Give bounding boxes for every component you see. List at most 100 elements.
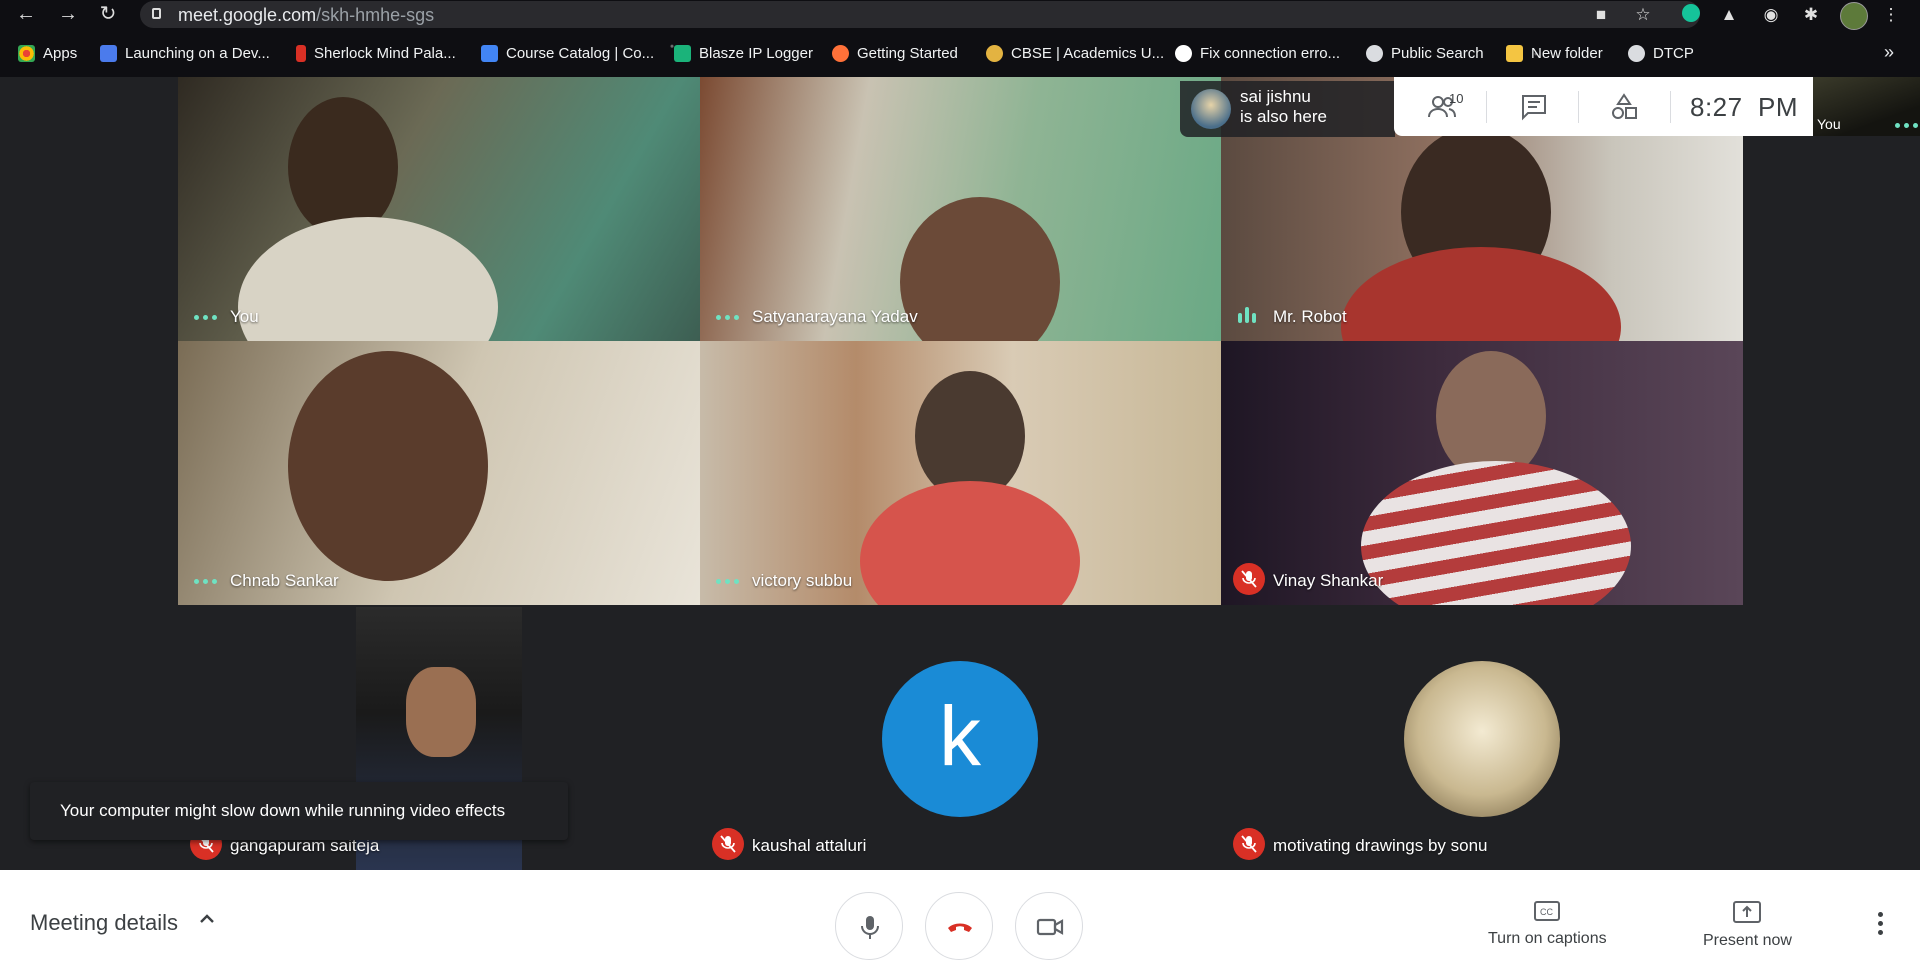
participant-tile-satyanarayana[interactable]: Satyanarayana Yadav	[700, 77, 1221, 341]
participant-name: You	[230, 307, 259, 326]
video-effects-toast: Your computer might slow down while runn…	[30, 782, 568, 840]
present-button[interactable]: Present now	[1703, 900, 1792, 950]
bookmark-favicon	[296, 44, 306, 62]
bookmark-favicon	[986, 44, 1003, 62]
mic-off-icon	[1233, 828, 1265, 860]
participant-video	[900, 197, 1060, 341]
self-view-tile[interactable]: You	[1813, 77, 1920, 136]
mic-off-icon	[1233, 563, 1265, 595]
address-bar[interactable]: meet.google.com/skh-hmhe-sgs	[140, 1, 1700, 28]
audio-indicator-icon	[194, 315, 217, 320]
bookmark-favicon	[481, 44, 498, 62]
join-notification[interactable]: sai jishnu is also here	[1180, 81, 1395, 137]
participant-name: Satyanarayana Yadav	[752, 307, 918, 326]
divider	[1670, 91, 1671, 123]
meeting-controls-bar: Meeting details CC Turn on captions Pres…	[0, 870, 1920, 972]
participant-video-body	[238, 217, 498, 341]
folder-icon	[1506, 44, 1523, 62]
bookmark-favicon	[674, 44, 691, 62]
activities-icon[interactable]	[1608, 91, 1640, 123]
bookmark-cbse[interactable]: CBSE | Academics U...	[986, 42, 1164, 64]
meeting-details-button[interactable]: Meeting details	[30, 910, 178, 936]
bookmark-apps[interactable]: Apps	[18, 42, 77, 64]
more-options-icon[interactable]	[1878, 912, 1884, 939]
profile-avatar[interactable]	[1840, 2, 1868, 30]
bookmark-fix-connection[interactable]: Fix connection erro...	[1175, 42, 1340, 64]
participant-name: Mr. Robot	[1273, 307, 1347, 326]
hangup-button[interactable]	[925, 892, 993, 960]
participant-tile-motivating-drawings[interactable]: motivating drawings by sonu	[1221, 605, 1743, 870]
audio-indicator-icon	[716, 315, 739, 320]
hangup-icon	[948, 923, 972, 932]
captions-label: Turn on captions	[1488, 930, 1607, 947]
participant-name: kaushal attaluri	[752, 836, 867, 855]
bookmarks-bar: Apps Launching on a Dev... Sherlock Mind…	[0, 29, 1920, 77]
speaking-indicator-icon	[1238, 307, 1256, 323]
bookmarks-overflow-icon[interactable]: »	[1884, 42, 1894, 63]
back-icon[interactable]: ←	[14, 2, 38, 26]
google-icon	[1175, 44, 1192, 62]
apps-grid-icon	[18, 44, 35, 62]
firefox-icon	[832, 44, 849, 62]
avatar	[1191, 89, 1231, 129]
mic-off-icon	[712, 828, 744, 860]
mic-button[interactable]	[835, 892, 903, 960]
present-icon	[1733, 901, 1762, 923]
meeting-info-bar: 10 8:27 PM	[1394, 77, 1813, 136]
captions-button[interactable]: CC Turn on captions	[1488, 900, 1607, 948]
grammarly-icon[interactable]	[1680, 4, 1702, 26]
forward-icon[interactable]: →	[56, 2, 80, 26]
meeting-clock: 8:27 PM	[1690, 92, 1799, 122]
bookmark-dtcp[interactable]: DTCP	[1628, 42, 1694, 64]
browser-menu-icon[interactable]: ⋮	[1880, 4, 1902, 26]
participant-video-body	[1341, 247, 1621, 341]
captions-icon: CC	[1534, 901, 1561, 921]
avatar: k	[882, 661, 1038, 817]
participant-name: Vinay Shankar	[1273, 571, 1384, 590]
globe-icon	[1628, 44, 1645, 62]
bookmark-public-search[interactable]: Public Search	[1366, 42, 1484, 64]
participant-tile-chnab[interactable]: Chnab Sankar	[178, 341, 700, 605]
participant-video-body	[860, 481, 1080, 605]
camera-icon	[1036, 918, 1064, 936]
participant-tile-vinay[interactable]: Vinay Shankar	[1221, 341, 1743, 605]
url-text: meet.google.com/skh-hmhe-sgs	[178, 5, 435, 25]
bookmark-getting-started[interactable]: Getting Started	[832, 42, 958, 64]
people-count: 10	[1449, 91, 1464, 106]
chat-icon[interactable]	[1518, 91, 1550, 123]
bookmark-launching[interactable]: Launching on a Dev...	[100, 42, 270, 64]
svg-text:CC: CC	[1540, 907, 1553, 917]
bookmark-blasze[interactable]: Blasze IP Logger	[674, 42, 813, 64]
participant-name: victory subbu	[752, 571, 853, 590]
reload-icon[interactable]: ↻	[96, 2, 120, 26]
camera-button[interactable]	[1015, 892, 1083, 960]
globe-icon	[1366, 44, 1383, 62]
audio-indicator-icon	[716, 579, 739, 584]
bookmark-sherlock[interactable]: Sherlock Mind Pala...	[296, 42, 456, 64]
participant-video-body	[1361, 461, 1631, 605]
join-note-name: sai jishnu	[1240, 87, 1311, 106]
audio-indicator-icon	[194, 579, 217, 584]
bookmark-new-folder[interactable]: New folder	[1506, 42, 1603, 64]
participant-tile-kaushal[interactable]: k kaushal attaluri	[700, 605, 1221, 870]
lock-icon	[152, 8, 161, 19]
divider	[1486, 91, 1487, 123]
star-icon[interactable]: ☆	[1632, 4, 1654, 26]
participant-tile-you[interactable]: You	[178, 77, 700, 341]
bookmark-course-catalog[interactable]: Course Catalog | Co...	[481, 42, 654, 64]
bookmark-favicon	[100, 44, 117, 62]
participant-tile-victory-subbu[interactable]: victory subbu	[700, 341, 1221, 605]
present-label: Present now	[1703, 932, 1792, 949]
screenshot-icon[interactable]: ◉	[1760, 4, 1782, 26]
chevron-up-icon[interactable]	[200, 912, 214, 926]
participant-name: motivating drawings by sonu	[1273, 836, 1488, 855]
mic-icon	[861, 916, 879, 939]
participant-name: Chnab Sankar	[230, 571, 339, 590]
join-note-text: is also here	[1240, 107, 1327, 126]
extensions-icon[interactable]: ✱	[1800, 4, 1822, 26]
camera-blocked-icon[interactable]: ■	[1590, 4, 1612, 26]
self-view-label: You	[1817, 116, 1841, 132]
divider	[1578, 91, 1579, 123]
drive-icon[interactable]: ▲	[1718, 4, 1740, 26]
participant-video	[288, 97, 398, 237]
